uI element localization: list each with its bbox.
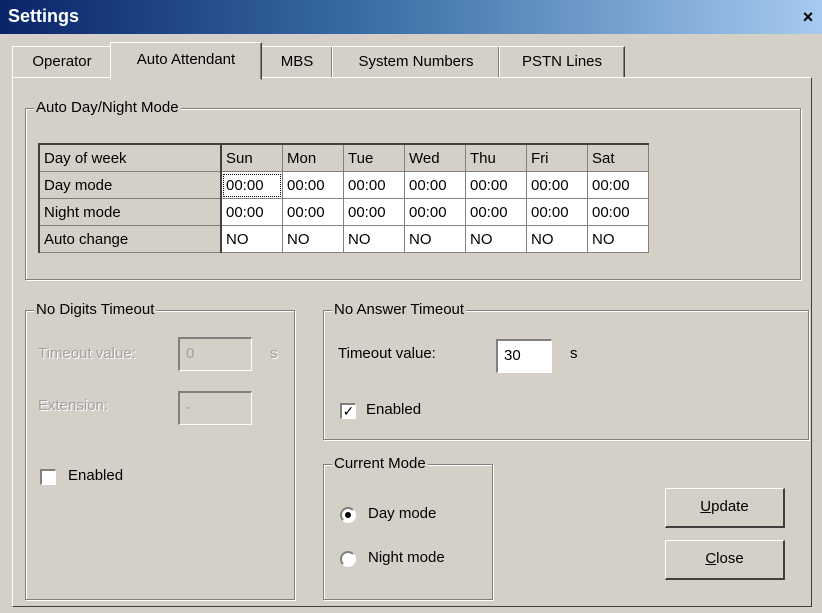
no-answer-timeout-label: Timeout value: bbox=[338, 345, 436, 362]
auto-day-night-legend: Auto Day/Night Mode bbox=[34, 99, 181, 116]
close-mnemonic: C bbox=[705, 550, 717, 567]
window-title: Settings bbox=[8, 6, 80, 26]
table-cell[interactable]: 00:00 bbox=[220, 198, 283, 226]
no-digits-enabled-checkbox[interactable] bbox=[40, 469, 56, 485]
table-row: Day of week Sun Mon Tue Wed Thu Fri Sat bbox=[38, 143, 649, 172]
no-digits-timeout-legend: No Digits Timeout bbox=[34, 301, 157, 318]
day-mode-label[interactable]: Day mode bbox=[368, 505, 436, 522]
update-mnemonic: U bbox=[700, 498, 712, 515]
row-label-auto-change: Auto change bbox=[38, 225, 222, 253]
table-cell[interactable]: 00:00 bbox=[282, 171, 344, 199]
close-label: lose bbox=[716, 550, 744, 567]
extension-input[interactable]: - bbox=[178, 391, 252, 425]
table-cell[interactable]: 00:00 bbox=[220, 171, 283, 199]
table-cell[interactable]: 00:00 bbox=[343, 198, 405, 226]
tab-pstn-lines[interactable]: PSTN Lines bbox=[499, 46, 625, 77]
table-header-cell: Thu bbox=[465, 143, 527, 172]
no-digits-unit: s bbox=[270, 345, 278, 362]
no-digits-enabled-label[interactable]: Enabled bbox=[68, 467, 123, 484]
no-answer-unit: s bbox=[570, 345, 578, 362]
tab-panel: Auto Day/Night Mode Day of week Sun Mon … bbox=[12, 77, 812, 607]
tab-auto-attendant[interactable]: Auto Attendant bbox=[110, 42, 262, 80]
update-label: pdate bbox=[711, 498, 749, 515]
table-header-cell: Wed bbox=[404, 143, 466, 172]
extension-label: Extension: bbox=[38, 397, 109, 414]
close-icon[interactable]: × bbox=[798, 8, 818, 26]
tab-operator[interactable]: Operator bbox=[12, 46, 112, 77]
no-digits-timeout-group: No Digits Timeout Timeout value: 0 s Ext… bbox=[25, 301, 295, 600]
no-digits-timeout-input[interactable]: 0 bbox=[178, 337, 252, 371]
table-cell[interactable]: NO bbox=[404, 225, 466, 253]
table-cell[interactable]: NO bbox=[587, 225, 649, 253]
tab-system-numbers[interactable]: System Numbers bbox=[332, 46, 500, 77]
update-button[interactable]: Update bbox=[665, 488, 785, 528]
no-digits-timeout-label: Timeout value: bbox=[38, 345, 136, 362]
night-mode-radio[interactable] bbox=[340, 551, 356, 567]
radio-selected-dot bbox=[345, 512, 351, 518]
no-answer-timeout-input[interactable]: 30 bbox=[496, 339, 552, 373]
tab-mbs[interactable]: MBS bbox=[261, 46, 333, 77]
row-label-night-mode: Night mode bbox=[38, 198, 222, 226]
table-cell[interactable]: 00:00 bbox=[404, 198, 466, 226]
table-header-cell: Mon bbox=[282, 143, 344, 172]
close-button[interactable]: Close bbox=[665, 540, 785, 580]
no-answer-timeout-group: No Answer Timeout Timeout value: 30 s ✓ … bbox=[323, 301, 809, 440]
table-cell[interactable]: 00:00 bbox=[526, 198, 588, 226]
table-cell[interactable]: NO bbox=[465, 225, 527, 253]
table-cell[interactable]: 00:00 bbox=[465, 198, 527, 226]
row-label-day-mode: Day mode bbox=[38, 171, 222, 199]
table-cell[interactable]: NO bbox=[282, 225, 344, 253]
table-header-cell: Fri bbox=[526, 143, 588, 172]
schedule-table: Day of week Sun Mon Tue Wed Thu Fri Sat … bbox=[38, 143, 649, 253]
table-cell[interactable]: 00:00 bbox=[587, 171, 649, 199]
table-cell[interactable]: NO bbox=[526, 225, 588, 253]
no-answer-enabled-label[interactable]: Enabled bbox=[366, 401, 421, 418]
current-mode-group: Current Mode Day mode Night mode bbox=[323, 455, 493, 600]
table-row: Auto change NO NO NO NO NO NO NO bbox=[38, 225, 649, 253]
day-mode-radio[interactable] bbox=[340, 507, 356, 523]
table-row: Night mode 00:00 00:00 00:00 00:00 00:00… bbox=[38, 198, 649, 226]
table-cell[interactable]: 00:00 bbox=[465, 171, 527, 199]
table-cell[interactable]: 00:00 bbox=[587, 198, 649, 226]
night-mode-label[interactable]: Night mode bbox=[368, 549, 445, 566]
table-header-cell: Day of week bbox=[38, 143, 222, 172]
no-answer-enabled-checkbox[interactable]: ✓ bbox=[340, 403, 356, 419]
table-cell[interactable]: 00:00 bbox=[404, 171, 466, 199]
title-bar: Settings × bbox=[0, 0, 822, 34]
table-header-cell: Tue bbox=[343, 143, 405, 172]
auto-day-night-group: Auto Day/Night Mode Day of week Sun Mon … bbox=[25, 99, 801, 280]
table-cell[interactable]: NO bbox=[220, 225, 283, 253]
table-header-cell: Sun bbox=[220, 143, 283, 172]
table-header-cell: Sat bbox=[587, 143, 649, 172]
current-mode-legend: Current Mode bbox=[332, 455, 428, 472]
table-cell[interactable]: NO bbox=[343, 225, 405, 253]
table-cell[interactable]: 00:00 bbox=[343, 171, 405, 199]
table-cell[interactable]: 00:00 bbox=[282, 198, 344, 226]
table-row: Day mode 00:00 00:00 00:00 00:00 00:00 0… bbox=[38, 171, 649, 199]
table-cell[interactable]: 00:00 bbox=[526, 171, 588, 199]
no-answer-timeout-legend: No Answer Timeout bbox=[332, 301, 467, 318]
